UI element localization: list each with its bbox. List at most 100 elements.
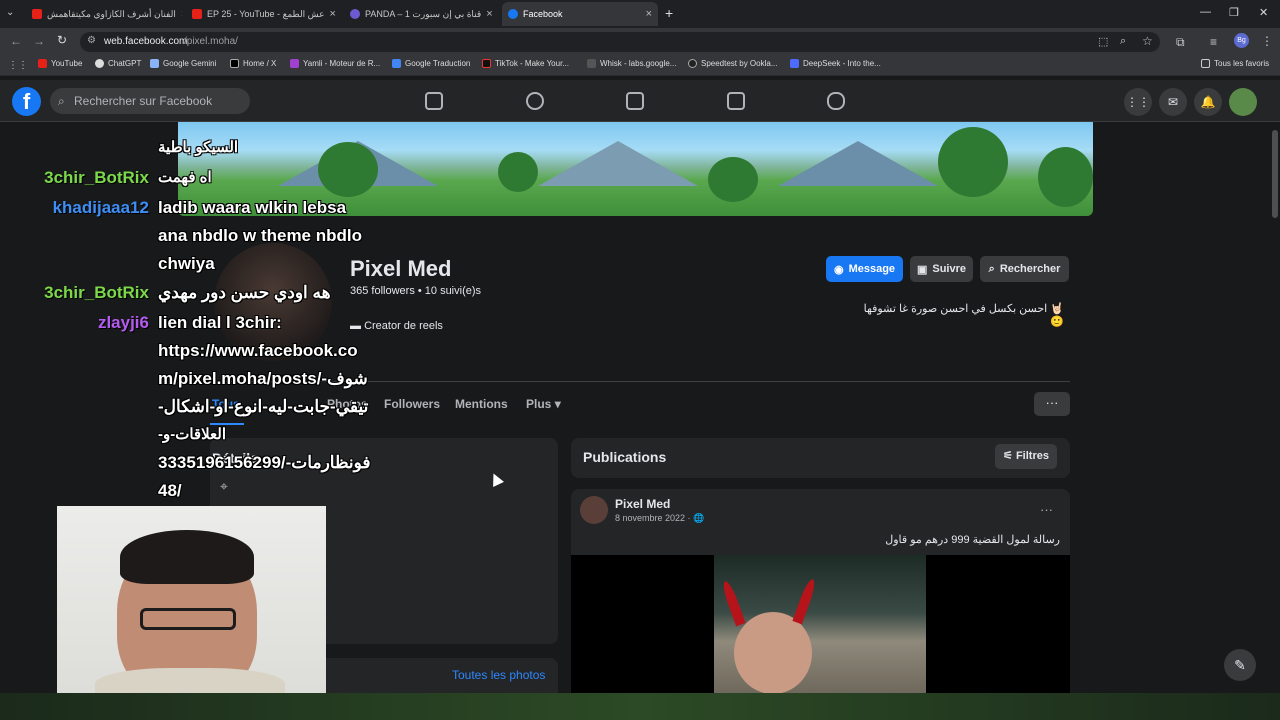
tab-more[interactable]: Plus ▾ bbox=[526, 397, 561, 411]
menu-grid-icon[interactable]: ⋮⋮ bbox=[1124, 88, 1152, 116]
url-host: web.facebook.com bbox=[104, 36, 188, 47]
bookmark-yamli[interactable]: Yamli - Moteur de R... bbox=[290, 59, 380, 68]
chat-user: khadijaaa12 bbox=[52, 198, 149, 217]
tiktok-icon bbox=[482, 59, 491, 68]
install-icon[interactable]: ⬚ bbox=[1098, 35, 1108, 48]
chat-line: اه فهمت bbox=[158, 169, 212, 186]
playlist-icon[interactable]: ≡ bbox=[1210, 35, 1217, 49]
all-photos-link[interactable]: Toutes les photos bbox=[452, 668, 545, 682]
bookmark-speedtest[interactable]: Speedtest by Ookla... bbox=[688, 59, 778, 68]
extensions-icon[interactable]: ⧉ bbox=[1176, 35, 1185, 50]
back-icon[interactable]: ← bbox=[10, 34, 22, 48]
all-favorites[interactable]: Tous les favoris bbox=[1201, 59, 1269, 68]
button-label: Suivre bbox=[932, 263, 967, 275]
translate-icon bbox=[392, 59, 401, 68]
youtube-icon bbox=[38, 59, 47, 68]
home-icon[interactable] bbox=[425, 92, 443, 110]
message-button[interactable]: ◉ Message bbox=[826, 256, 903, 282]
speedtest-icon bbox=[688, 59, 697, 68]
restore-button[interactable]: ❐ bbox=[1229, 6, 1239, 19]
kebab-menu-icon[interactable]: ⋮ bbox=[1261, 34, 1273, 48]
close-window-button[interactable]: ✕ bbox=[1259, 6, 1268, 19]
apps-icon[interactable]: ⋮⋮ bbox=[8, 60, 28, 71]
close-icon[interactable]: × bbox=[646, 8, 652, 20]
post-author-avatar[interactable] bbox=[580, 496, 608, 524]
new-tab-button[interactable]: + bbox=[665, 5, 673, 21]
chat-user: zlayji6 bbox=[97, 313, 149, 332]
browser-tab-1[interactable]: الفنان أشرف الكازاوي مكيتقاهمش × bbox=[26, 4, 182, 24]
bookmark-deepseek[interactable]: DeepSeek - Into the... bbox=[790, 59, 881, 68]
close-icon[interactable]: × bbox=[330, 8, 336, 20]
friends-icon[interactable] bbox=[526, 92, 544, 110]
tab-mentions[interactable]: Mentions bbox=[455, 397, 508, 411]
profile-stats[interactable]: 365 followers • 10 suivi(e)s bbox=[350, 285, 481, 297]
messenger-icon: ◉ bbox=[833, 263, 844, 276]
facebook-search-input[interactable]: ⌕ Rechercher sur Facebook bbox=[50, 88, 250, 114]
reload-icon[interactable]: ↻ bbox=[57, 33, 67, 47]
notifications-icon[interactable]: 🔔 bbox=[1194, 88, 1222, 116]
post-text: رسالة لمول القضية 999 درهم مو قاول bbox=[885, 534, 1060, 546]
chat-line: السيكو باطية bbox=[158, 139, 239, 156]
deepseek-icon bbox=[790, 59, 799, 68]
button-label: Rechercher bbox=[999, 263, 1061, 275]
profile-avatar-icon[interactable]: Bg bbox=[1234, 33, 1249, 48]
bookmark-youtube[interactable]: YouTube bbox=[38, 59, 82, 68]
follow-button[interactable]: ▣ Suivre bbox=[910, 256, 973, 282]
facebook-icon bbox=[508, 9, 518, 19]
button-label: Message bbox=[848, 263, 896, 275]
chat-line: -العلاقات-و bbox=[158, 426, 227, 443]
chat-line: chwiya bbox=[158, 254, 215, 273]
scrollbar-thumb[interactable] bbox=[1272, 130, 1278, 218]
bookmark-x[interactable]: Home / X bbox=[230, 59, 276, 68]
browser-tab-4[interactable]: Facebook × bbox=[502, 2, 658, 26]
bookmark-translate[interactable]: Google Traduction bbox=[392, 59, 470, 68]
post-date[interactable]: 8 novembre 2022 · 🌐 bbox=[615, 513, 704, 524]
bookmark-whisk[interactable]: Whisk - labs.google... bbox=[587, 59, 676, 68]
profile-bio: احسن بكسل في احسن صورة غا تشوفها 🤘🏻🙂 bbox=[863, 303, 1064, 328]
tab-search-icon[interactable]: ⌄ bbox=[6, 7, 14, 18]
site-info-icon[interactable]: ⚙ bbox=[87, 35, 96, 46]
tab-title: الفنان أشرف الكازاوي مكيتقاهمش bbox=[47, 8, 176, 19]
bookmark-chatgpt[interactable]: ChatGPT bbox=[95, 59, 141, 68]
marketplace-icon[interactable] bbox=[727, 92, 745, 110]
search-profile-button[interactable]: ⌕ Rechercher bbox=[980, 256, 1069, 282]
webcam-person-glasses bbox=[140, 608, 236, 630]
chat-line: 3335196156299/-فونظارمات bbox=[158, 453, 371, 472]
url-field[interactable]: ⚙ web.facebook.com /pixel.moha/ ⬚ ⌕ ☆ bbox=[80, 32, 1160, 52]
more-options-button[interactable]: ··· bbox=[1034, 392, 1070, 416]
bookmark-label: Home / X bbox=[243, 59, 277, 68]
bookmark-tiktok[interactable]: TikTok - Make Your... bbox=[482, 59, 569, 68]
browser-tab-2[interactable]: EP 25 - YouTube - عش الطمع × bbox=[186, 4, 340, 24]
filters-button[interactable]: ⚟ Filtres bbox=[995, 444, 1057, 469]
youtube-icon bbox=[32, 9, 42, 19]
location-icon: ⌖ bbox=[220, 478, 228, 494]
chat-line: ladib waara wlkin lebsa bbox=[158, 198, 347, 217]
bookmark-label: Speedtest by Ookla... bbox=[701, 59, 778, 68]
tab-followers[interactable]: Followers bbox=[384, 397, 440, 411]
bookmark-label: DeepSeek - Into the... bbox=[803, 59, 881, 68]
forward-icon[interactable]: → bbox=[33, 34, 45, 48]
chat-line: ana nbdlo w theme nbdlo bbox=[158, 226, 362, 245]
bookmark-label: TikTok - Make Your... bbox=[495, 59, 569, 68]
video-icon[interactable] bbox=[626, 92, 644, 110]
gaming-icon[interactable] bbox=[827, 92, 845, 110]
account-avatar[interactable] bbox=[1229, 88, 1257, 116]
minimize-button[interactable]: — bbox=[1200, 6, 1211, 18]
publications-title: Publications bbox=[583, 449, 667, 465]
chat-line: m/pixel.moha/posts/-شوف bbox=[158, 369, 368, 388]
new-message-icon[interactable]: ✎ bbox=[1224, 649, 1256, 681]
folder-icon bbox=[1201, 59, 1210, 68]
webcam-person-hair bbox=[120, 530, 254, 584]
star-icon[interactable]: ☆ bbox=[1142, 34, 1153, 48]
close-icon[interactable]: × bbox=[486, 8, 492, 20]
browser-tab-3[interactable]: PANDA – قناة بي إن سبورت 1 × bbox=[344, 4, 498, 24]
close-icon[interactable]: × bbox=[181, 8, 182, 20]
zoom-icon[interactable]: ⌕ bbox=[1120, 35, 1126, 48]
chat-line: lien dial l 3chir: bbox=[158, 313, 282, 332]
post-author-name[interactable]: Pixel Med bbox=[615, 497, 670, 511]
bookmark-gemini[interactable]: Google Gemini bbox=[150, 59, 216, 68]
facebook-logo-icon[interactable]: f bbox=[12, 87, 41, 116]
messenger-icon[interactable]: ✉ bbox=[1159, 88, 1187, 116]
post-options-icon[interactable]: ··· bbox=[1040, 502, 1053, 517]
url-path: /pixel.moha/ bbox=[184, 36, 238, 47]
